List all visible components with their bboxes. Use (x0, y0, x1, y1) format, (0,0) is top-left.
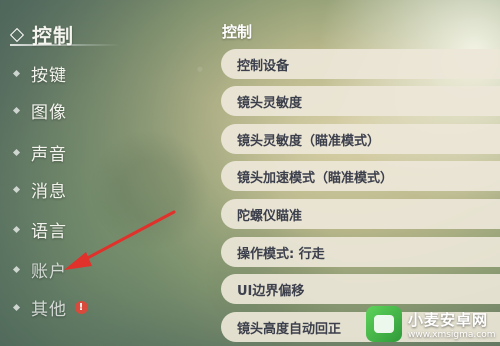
setting-row-label: 镜头灵敏度（瞄准模式） (237, 133, 381, 149)
diamond-icon (9, 27, 25, 42)
android-logo-icon (366, 306, 402, 342)
alert-badge-icon: ! (75, 301, 88, 314)
active-underline (10, 44, 120, 46)
diamond-icon (12, 106, 21, 115)
setting-row-control-mode[interactable]: 操作模式: 行走 (221, 237, 500, 267)
settings-sidebar: 控制 按键 图像 声音 消息 语言 账户 其他 ! (0, 0, 200, 346)
sidebar-item-label: 按键 (31, 66, 67, 86)
watermark-title: 小麦安卓网 (408, 310, 489, 329)
sidebar-item-label: 图像 (31, 103, 67, 123)
diamond-icon (12, 225, 21, 234)
watermark: 小麦安卓网 www.xmsigma.com (360, 302, 500, 346)
sidebar-item-label: 其他 (31, 300, 67, 320)
setting-row-label: UI边界偏移 (237, 283, 305, 299)
setting-row-label: 镜头高度自动回正 (237, 321, 342, 337)
sidebar-item-account[interactable]: 账户 (12, 257, 67, 282)
setting-row-control-device[interactable]: 控制设备 (221, 49, 500, 79)
setting-row-label: 操作模式: 行走 (237, 246, 325, 262)
sidebar-item-label: 账户 (31, 262, 67, 282)
sidebar-item-label: 声音 (31, 145, 67, 165)
setting-row-ui-boundary-offset[interactable]: UI边界偏移 (221, 274, 500, 304)
setting-row-camera-sensitivity[interactable]: 镜头灵敏度 (221, 86, 500, 116)
setting-row-gyroscope-aiming[interactable]: 陀螺仪瞄准 (221, 199, 500, 229)
sidebar-item-keys[interactable]: 按键 (12, 61, 67, 86)
diamond-icon (12, 303, 21, 312)
diamond-icon (12, 148, 21, 157)
sidebar-item-audio[interactable]: 声音 (12, 140, 67, 165)
diamond-icon (12, 265, 21, 274)
setting-row-label: 控制设备 (237, 58, 290, 74)
setting-row-label: 陀螺仪瞄准 (237, 208, 303, 224)
sidebar-item-label: 消息 (31, 182, 67, 202)
setting-row-label: 镜头加速模式（瞄准模式） (237, 170, 394, 186)
setting-row-camera-sensitivity-aiming[interactable]: 镜头灵敏度（瞄准模式） (221, 124, 500, 154)
sidebar-item-graphics[interactable]: 图像 (12, 98, 67, 123)
diamond-icon (12, 185, 21, 194)
setting-row-camera-acceleration-aiming[interactable]: 镜头加速模式（瞄准模式） (221, 161, 500, 191)
section-title: 控制 (222, 23, 253, 41)
sidebar-item-other[interactable]: 其他 ! (12, 295, 88, 320)
diamond-icon (12, 69, 21, 78)
sidebar-item-messages[interactable]: 消息 (12, 177, 67, 202)
sidebar-item-label: 语言 (31, 222, 67, 242)
sidebar-item-language[interactable]: 语言 (12, 217, 67, 242)
watermark-url: www.xmsigma.com (408, 329, 496, 340)
setting-row-label: 镜头灵敏度 (237, 95, 303, 111)
